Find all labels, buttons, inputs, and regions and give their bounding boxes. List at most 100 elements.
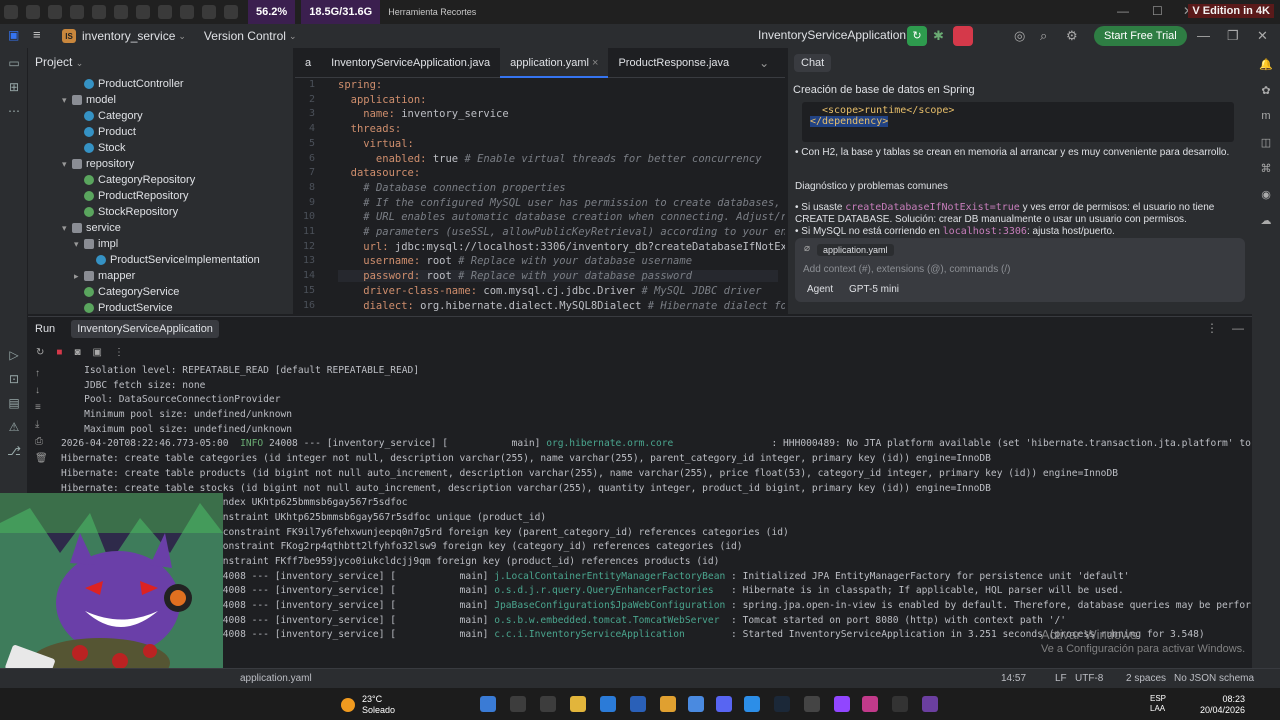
app-icon[interactable] xyxy=(922,696,938,712)
editor-tab[interactable]: InventoryServiceApplication.java xyxy=(321,48,500,78)
app-icon-7[interactable] xyxy=(136,5,150,19)
tree-item[interactable]: ▸ mapper xyxy=(28,268,293,284)
tree-item[interactable]: ProductServiceImplementation xyxy=(28,252,293,268)
line-separator[interactable]: LF xyxy=(1055,673,1067,684)
caret-position[interactable]: 14:57 xyxy=(1001,673,1026,684)
chevron-down-icon[interactable]: ⌄ xyxy=(289,31,297,42)
logger-link[interactable]: c.c.i.InventoryServiceApplication xyxy=(494,629,685,640)
run-config-tab[interactable]: InventoryServiceApplication xyxy=(71,320,219,338)
logger-link[interactable]: o.s.d.j.r.query.QueryEnhancerFactories xyxy=(494,585,714,596)
logger-link[interactable]: o.s.b.w.embedded.tomcat.TomcatWebServer xyxy=(494,615,719,626)
stop-icon[interactable]: ■ xyxy=(56,347,62,358)
app-icon-2[interactable] xyxy=(26,5,40,19)
tree-item[interactable]: Product xyxy=(28,124,293,140)
context-chip[interactable]: application.yaml xyxy=(817,244,894,256)
file-encoding[interactable]: UTF-8 xyxy=(1075,673,1103,684)
rerun-icon[interactable]: ↻ xyxy=(36,347,44,358)
chat-input-box[interactable]: ⌀ application.yaml Add context (#), exte… xyxy=(795,238,1245,302)
intellij-icon[interactable] xyxy=(862,696,878,712)
more-icon[interactable]: ⋮ xyxy=(114,347,124,358)
minimize-icon[interactable]: — xyxy=(1197,28,1210,43)
indent-setting[interactable]: 2 spaces xyxy=(1126,673,1166,684)
wrap-icon[interactable]: ≡ xyxy=(35,402,45,413)
discord-icon[interactable] xyxy=(716,696,732,712)
chat-icon[interactable]: ◉ xyxy=(1259,188,1273,202)
tree-item[interactable]: ▾ repository xyxy=(28,156,293,172)
tree-item[interactable]: Category xyxy=(28,108,293,124)
folder-icon[interactable]: ▭ xyxy=(6,56,22,72)
weather-widget[interactable]: 23°C Soleado xyxy=(362,694,395,716)
tree-item[interactable]: CategoryService xyxy=(28,284,293,300)
tree-item[interactable]: ProductRepository xyxy=(28,188,293,204)
ide-logo-icon[interactable]: ▣ xyxy=(8,28,19,42)
editor-tab[interactable]: application.yaml × xyxy=(500,47,609,78)
database-icon[interactable]: ◫ xyxy=(1259,136,1273,150)
logger-link[interactable]: org.hibernate.orm.core xyxy=(546,438,673,449)
search-icon[interactable] xyxy=(510,696,526,712)
store-icon[interactable] xyxy=(630,696,646,712)
json-schema[interactable]: No JSON schema xyxy=(1174,673,1254,684)
chevron-down-icon[interactable]: ▾ xyxy=(62,156,72,172)
endpoints-icon[interactable]: ⌘ xyxy=(1259,162,1273,176)
chevron-down-icon[interactable]: ▾ xyxy=(74,236,84,252)
chevron-down-icon[interactable]: ⌄ xyxy=(178,31,186,42)
chrome-profile-icon[interactable] xyxy=(688,696,704,712)
status-file[interactable]: application.yaml xyxy=(240,673,312,684)
close-icon[interactable]: × xyxy=(589,57,598,69)
tree-item[interactable]: ▾ model xyxy=(28,92,293,108)
console-output[interactable]: Isolation level: REPEATABLE_READ [defaul… xyxy=(61,364,1251,654)
tree-item[interactable]: CategoryRepository xyxy=(28,172,293,188)
mail-icon[interactable] xyxy=(600,696,616,712)
chat-tab[interactable]: Chat xyxy=(794,54,832,72)
app-icon-6[interactable] xyxy=(114,5,128,19)
debug-icon[interactable]: ✱ xyxy=(933,28,944,44)
logger-link[interactable]: j.LocalContainerEntityManagerFactoryBean xyxy=(494,571,725,582)
stop-button[interactable] xyxy=(953,26,973,46)
restore-icon[interactable]: ❐ xyxy=(1227,28,1239,44)
search-icon[interactable]: ⌕ xyxy=(1040,28,1047,44)
scroll-end-icon[interactable]: ⤓ xyxy=(35,419,45,430)
maven-icon[interactable]: m xyxy=(1259,110,1273,124)
run-label[interactable]: Run xyxy=(35,323,55,335)
paperclip-icon[interactable]: ⌀ xyxy=(804,243,810,254)
cloud-icon[interactable]: ☁ xyxy=(1259,214,1273,228)
trash-icon[interactable]: 🗑 xyxy=(35,453,48,464)
windows-start-icon[interactable] xyxy=(480,696,496,712)
more-icon[interactable]: ⋮ xyxy=(1206,321,1218,335)
chevron-down-icon[interactable]: ▾ xyxy=(62,220,72,236)
chevron-down-icon[interactable]: ⌄ xyxy=(76,58,84,68)
app-icon-4[interactable] xyxy=(70,5,84,19)
tree-item[interactable]: ProductService xyxy=(28,300,293,316)
version-control[interactable]: Version Control xyxy=(204,29,286,43)
tree-item[interactable]: ▾ impl xyxy=(28,236,293,252)
vscode-icon[interactable] xyxy=(744,696,760,712)
camera-icon[interactable]: ◙ xyxy=(74,347,80,358)
project-badge[interactable]: IS xyxy=(62,29,76,43)
project-panel-header[interactable]: Project ⌄ xyxy=(28,48,293,76)
tree-item[interactable]: StockRepository xyxy=(28,204,293,220)
ai-assistant-icon[interactable]: ◎ xyxy=(1014,28,1025,44)
terminal-icon[interactable] xyxy=(892,696,908,712)
more-icon[interactable]: ⋯ xyxy=(6,104,22,120)
chat-input-placeholder[interactable]: Add context (#), extensions (@), command… xyxy=(803,264,1010,275)
logger-link[interactable]: JpaBaseConfiguration$JpaWebConfiguration xyxy=(494,600,725,611)
arrow-up-icon[interactable]: ↑ xyxy=(35,368,45,379)
chevron-right-icon[interactable]: ▸ xyxy=(74,268,84,284)
tabs-overflow-icon[interactable]: ⌄ xyxy=(759,56,769,70)
gear-icon[interactable]: ⚙ xyxy=(1066,28,1078,44)
run-button[interactable]: ↻ xyxy=(907,26,927,46)
maximize-icon[interactable]: ☐ xyxy=(1152,4,1163,18)
structure-icon[interactable]: ⊞ xyxy=(6,80,22,96)
app-icon-9[interactable] xyxy=(180,5,194,19)
run-icon[interactable]: ▷ xyxy=(6,348,22,364)
app-icon-1[interactable] xyxy=(4,5,18,19)
tree-item[interactable]: ▾ service xyxy=(28,220,293,236)
app-icon-11[interactable] xyxy=(224,5,238,19)
explorer-icon[interactable] xyxy=(570,696,586,712)
app-icon-10[interactable] xyxy=(202,5,216,19)
code-area[interactable]: 1 spring: 2 application: 3 name: inventory_… xyxy=(295,78,785,314)
tree-item[interactable]: Stock xyxy=(28,140,293,156)
chrome-icon[interactable] xyxy=(660,696,676,712)
tree-item[interactable]: ProductController xyxy=(28,76,293,92)
app-icon-8[interactable] xyxy=(158,5,172,19)
